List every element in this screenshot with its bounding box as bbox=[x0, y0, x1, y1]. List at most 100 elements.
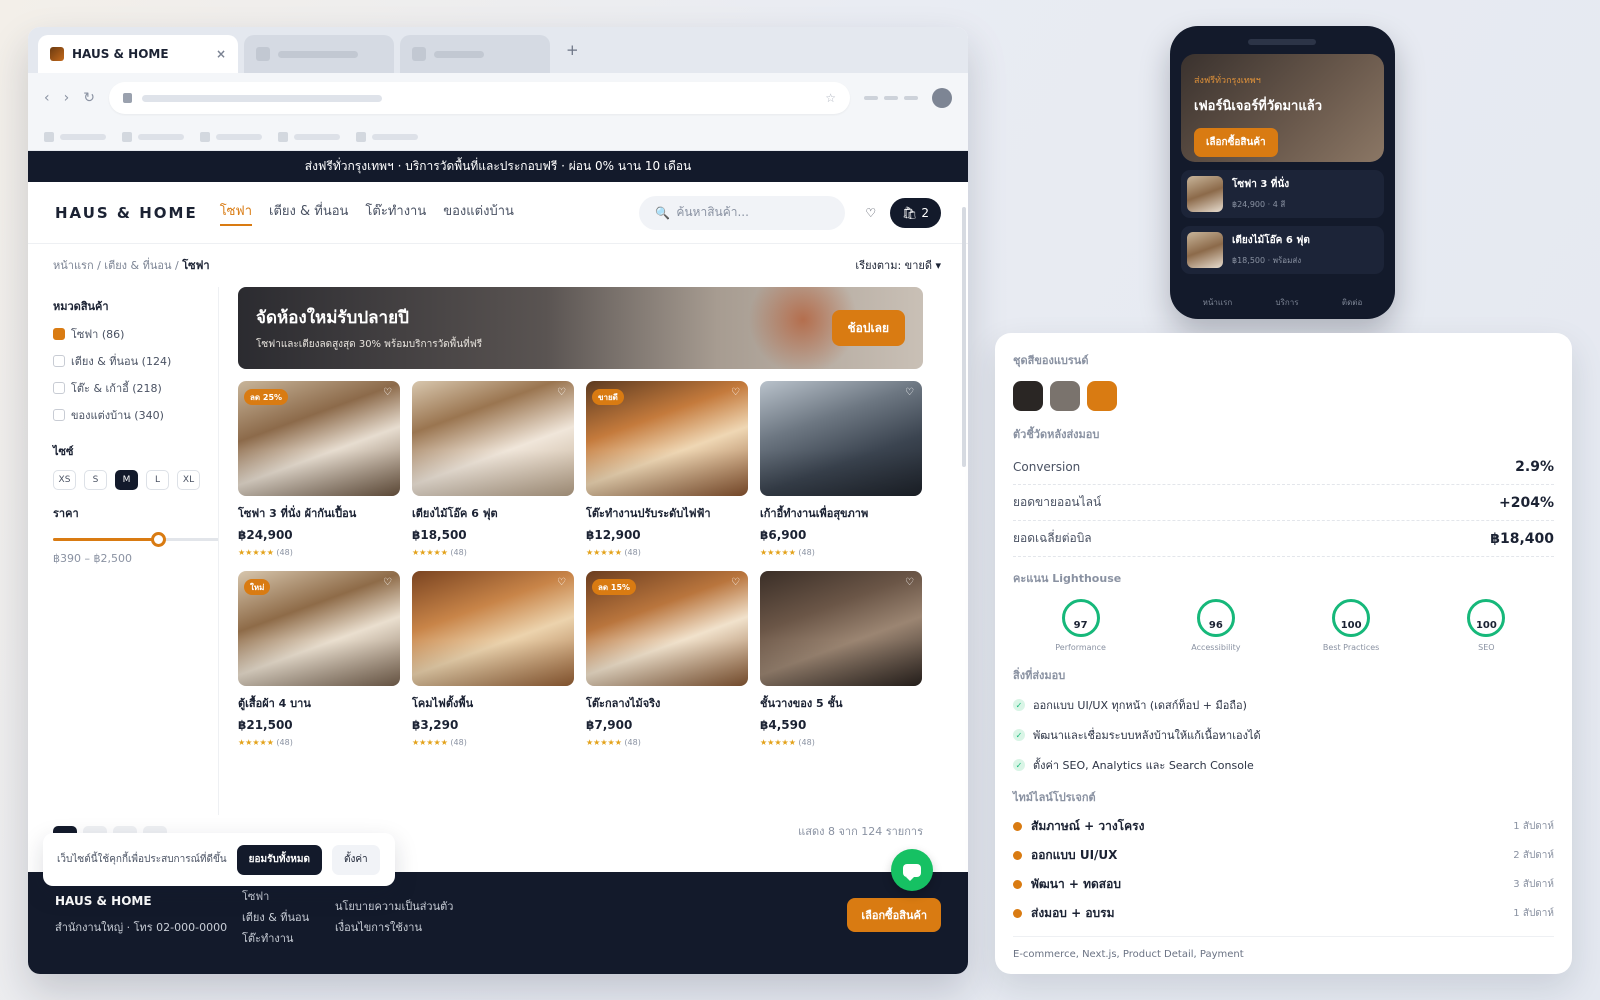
product-card[interactable]: ♡ เก้าอี้ทำงานเพื่อสุขภาพ ฿6,900 ★★★★★ (… bbox=[760, 381, 922, 557]
price-slider[interactable] bbox=[53, 532, 219, 547]
product-price: ฿12,900 bbox=[586, 528, 641, 542]
footer-link[interactable]: เตียง & ที่นอน bbox=[242, 907, 309, 928]
product-image[interactable]: ♡ bbox=[412, 381, 574, 496]
category-filter-sofa[interactable]: โซฟา (86) bbox=[53, 325, 219, 343]
category-filter-decor[interactable]: ของแต่งบ้าน (340) bbox=[53, 406, 219, 424]
product-name[interactable]: เก้าอี้ทำงานเพื่อสุขภาพ bbox=[760, 504, 922, 522]
product-image[interactable]: ♡ bbox=[760, 571, 922, 686]
chat-bubble-button[interactable] bbox=[891, 849, 933, 891]
product-name[interactable]: โคมไฟตั้งพื้น bbox=[412, 694, 574, 712]
bookmark-item[interactable] bbox=[278, 131, 340, 142]
profile-avatar[interactable] bbox=[932, 88, 952, 108]
bookmark-item[interactable] bbox=[122, 131, 184, 142]
product-card[interactable]: ♡ โคมไฟตั้งพื้น ฿3,290 ★★★★★ (48) bbox=[412, 571, 574, 747]
extensions-icon[interactable] bbox=[864, 96, 918, 100]
deliverable-text: ออกแบบ UI/UX ทุกหน้า (เดสก์ท็อป + มือถือ… bbox=[1033, 699, 1247, 712]
product-card[interactable]: ลด 15% ♡ โต๊ะกลางไม้จริง ฿7,900 ★★★★★ (48… bbox=[586, 571, 748, 747]
bookmark-item[interactable] bbox=[200, 131, 262, 142]
cookie-settings-button[interactable]: ตั้งค่า bbox=[331, 844, 380, 875]
size-xl[interactable]: XL bbox=[177, 470, 200, 490]
product-image[interactable]: ลด 15% ♡ bbox=[586, 571, 748, 686]
bookmark-star-icon[interactable]: ☆ bbox=[825, 91, 836, 105]
tab-bar: HAUS & HOME × + bbox=[28, 27, 968, 73]
product-name[interactable]: โซฟา 3 ที่นั่ง ผ้ากันเปื้อน bbox=[238, 504, 400, 522]
tab-placeholder[interactable] bbox=[400, 35, 550, 73]
sort-dropdown[interactable]: เรียงตาม: ขายดี ▾ bbox=[855, 256, 941, 274]
heart-icon[interactable]: ♡ bbox=[557, 577, 566, 588]
size-m[interactable]: M bbox=[115, 470, 138, 490]
category-filter-beds[interactable]: เตียง & ที่นอน (124) bbox=[53, 352, 219, 370]
site-logo[interactable]: HAUS & HOME bbox=[55, 204, 198, 222]
heart-icon[interactable]: ♡ bbox=[731, 387, 740, 398]
phone-shop-button[interactable]: เลือกซื้อสินค้า bbox=[1194, 128, 1278, 157]
product-card[interactable]: ลด 25% ♡ โซฟา 3 ที่นั่ง ผ้ากันเปื้อน ฿24,… bbox=[238, 381, 400, 557]
phone-hero-title: เฟอร์นิเจอร์ที่วัดมาแล้ว bbox=[1194, 99, 1323, 114]
product-name[interactable]: โต๊ะทำงานปรับระดับไฟฟ้า bbox=[586, 504, 748, 522]
footer-link[interactable]: เงื่อนไขการใช้งาน bbox=[335, 917, 453, 938]
footer-shop-button[interactable]: เลือกซื้อสินค้า bbox=[847, 898, 941, 932]
size-s[interactable]: S bbox=[84, 470, 107, 490]
product-name[interactable]: ตู้เสื้อผ้า 4 บาน bbox=[238, 694, 400, 712]
heart-icon[interactable]: ♡ bbox=[905, 577, 914, 588]
product-name[interactable]: ชั้นวางของ 5 ชั้น bbox=[760, 694, 922, 712]
phone-product-item[interactable]: โซฟา 3 ที่นั่ง ฿24,900 · 4 สี bbox=[1181, 170, 1384, 218]
scrollbar[interactable] bbox=[962, 207, 966, 467]
accept-cookies-button[interactable]: ยอมรับทั้งหมด bbox=[236, 844, 322, 875]
bookmark-item[interactable] bbox=[44, 131, 106, 142]
product-image[interactable]: ลด 25% ♡ bbox=[238, 381, 400, 496]
search-input[interactable]: 🔍 ค้นหาสินค้า... bbox=[639, 195, 846, 230]
score-label: Accessibility bbox=[1191, 643, 1241, 652]
url-field[interactable]: ☆ bbox=[108, 82, 850, 114]
product-card[interactable]: ขายดี ♡ โต๊ะทำงานปรับระดับไฟฟ้า ฿12,900 ★… bbox=[586, 381, 748, 557]
heart-icon[interactable]: ♡ bbox=[383, 387, 392, 398]
breadcrumb-path[interactable]: หน้าแรก / เตียง & ที่นอน / bbox=[53, 259, 179, 272]
checkbox[interactable] bbox=[53, 409, 65, 421]
nav-item-sofa[interactable]: โซฟา bbox=[219, 200, 253, 226]
product-image[interactable]: ♡ bbox=[412, 571, 574, 686]
metric-label: ยอดเฉลี่ยต่อบิล bbox=[1013, 531, 1092, 545]
product-rating: ★★★★★ (48) bbox=[412, 738, 574, 747]
phone-tab-home[interactable]: หน้าแรก bbox=[1203, 296, 1233, 309]
wishlist-heart-icon[interactable]: ♡ bbox=[865, 206, 876, 220]
phone-tab-contact[interactable]: ติดต่อ bbox=[1342, 296, 1362, 309]
product-name[interactable]: โต๊ะกลางไม้จริง bbox=[586, 694, 748, 712]
close-tab-icon[interactable]: × bbox=[216, 47, 226, 61]
back-icon[interactable]: ‹ bbox=[44, 90, 50, 106]
product-name[interactable]: เตียงไม้โอ๊ค 6 ฟุต bbox=[412, 504, 574, 522]
footer-link[interactable]: นโยบายความเป็นส่วนตัว bbox=[335, 896, 453, 917]
product-rating: ★★★★★ (48) bbox=[586, 738, 748, 747]
nav-item-beds[interactable]: เตียง & ที่นอน bbox=[269, 200, 348, 226]
product-image[interactable]: ขายดี ♡ bbox=[586, 381, 748, 496]
checkbox[interactable] bbox=[53, 382, 65, 394]
tab-active[interactable]: HAUS & HOME × bbox=[38, 35, 238, 73]
checkbox[interactable] bbox=[53, 355, 65, 367]
nav-item-decor[interactable]: ของแต่งบ้าน bbox=[443, 200, 514, 226]
product-image[interactable]: ♡ bbox=[760, 381, 922, 496]
bookmark-item[interactable] bbox=[356, 131, 418, 142]
slider-handle[interactable] bbox=[150, 532, 166, 547]
heart-icon[interactable]: ♡ bbox=[905, 387, 914, 398]
phone-product-item[interactable]: เตียงไม้โอ๊ค 6 ฟุต ฿18,500 · พร้อมส่ง bbox=[1181, 226, 1384, 274]
category-filter-tables[interactable]: โต๊ะ & เก้าอี้ (218) bbox=[53, 379, 219, 397]
heart-icon[interactable]: ♡ bbox=[731, 577, 740, 588]
phone-tab-services[interactable]: บริการ bbox=[1276, 296, 1299, 309]
product-card[interactable]: ♡ เตียงไม้โอ๊ค 6 ฟุต ฿18,500 ★★★★★ (48) bbox=[412, 381, 574, 557]
cart-count: 2 bbox=[921, 205, 929, 220]
checkbox-checked[interactable] bbox=[53, 328, 65, 340]
product-card[interactable]: ใหม่ ♡ ตู้เสื้อผ้า 4 บาน ฿21,500 ★★★★★ (4… bbox=[238, 571, 400, 747]
size-l[interactable]: L bbox=[146, 470, 169, 490]
reload-icon[interactable]: ↻ bbox=[83, 90, 95, 106]
cart-button[interactable]: 🛍 2 bbox=[890, 197, 941, 228]
product-card[interactable]: ♡ ชั้นวางของ 5 ชั้น ฿4,590 ★★★★★ (48) bbox=[760, 571, 922, 747]
forward-icon[interactable]: › bbox=[64, 90, 70, 106]
product-image[interactable]: ใหม่ ♡ bbox=[238, 571, 400, 686]
tab-placeholder[interactable] bbox=[244, 35, 394, 73]
footer-link[interactable]: โต๊ะทำงาน bbox=[242, 928, 309, 949]
footer-link[interactable]: โซฟา bbox=[242, 886, 309, 907]
heart-icon[interactable]: ♡ bbox=[557, 387, 566, 398]
shop-now-button[interactable]: ช้อปเลย bbox=[831, 310, 905, 346]
size-xs[interactable]: XS bbox=[53, 470, 76, 490]
new-tab-button[interactable]: + bbox=[566, 41, 579, 59]
heart-icon[interactable]: ♡ bbox=[383, 577, 392, 588]
nav-item-desks[interactable]: โต๊ะทำงาน bbox=[365, 200, 426, 226]
